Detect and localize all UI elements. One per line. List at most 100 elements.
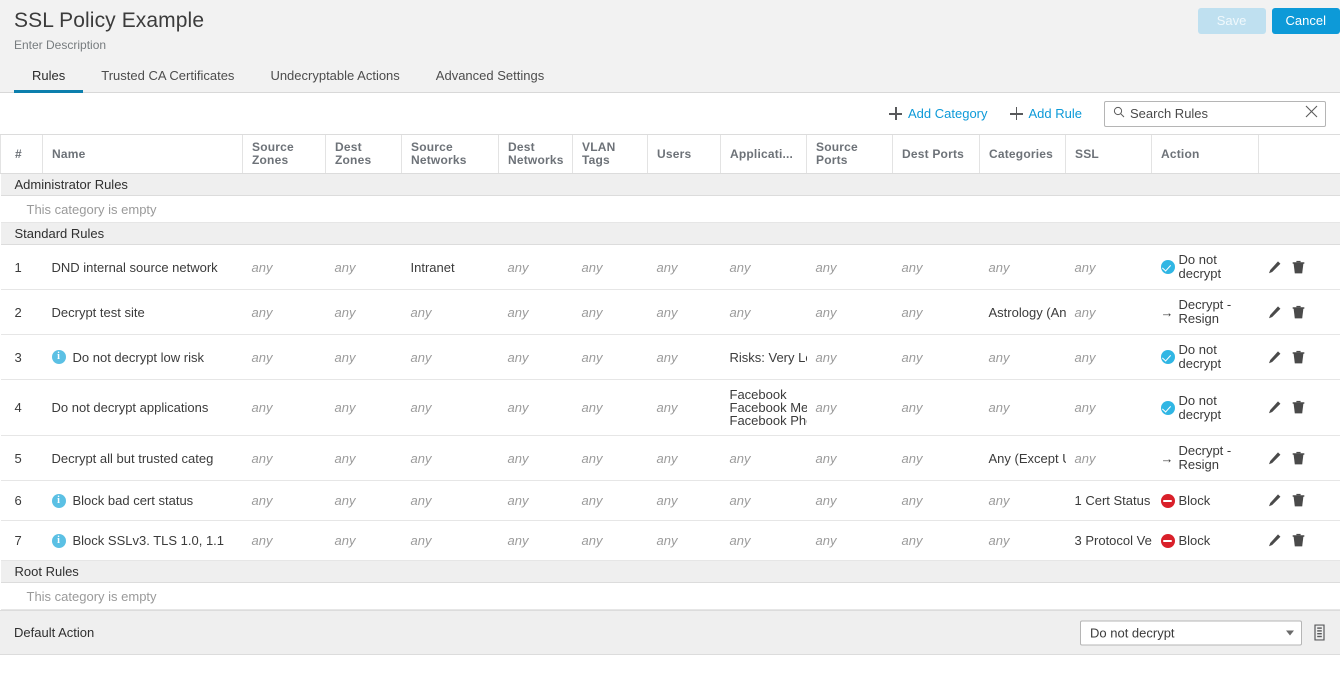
cell-users[interactable]: any xyxy=(648,521,721,561)
column-header-categories[interactable]: Categories xyxy=(980,135,1066,174)
cell-dest-zones[interactable]: any xyxy=(326,436,402,481)
cell-dest-zones[interactable]: any xyxy=(326,245,402,290)
edit-icon[interactable] xyxy=(1267,493,1282,508)
cell-dest-zones[interactable]: any xyxy=(326,290,402,335)
tab-trusted-ca-certificates[interactable]: Trusted CA Certificates xyxy=(83,62,252,93)
cell-dest-networks[interactable]: any xyxy=(499,380,573,436)
table-row[interactable]: 4Do not decrypt applicationsanyanyanyany… xyxy=(1,380,1340,436)
cell-source-networks[interactable]: any xyxy=(402,481,499,521)
cell-categories[interactable]: Any (Except Ui xyxy=(980,436,1066,481)
cell-action[interactable]: Do not decrypt xyxy=(1152,380,1259,436)
cell-vlan-tags[interactable]: any xyxy=(573,521,648,561)
cell-dest-ports[interactable]: any xyxy=(893,245,980,290)
column-header-source-networks[interactable]: SourceNetworks xyxy=(402,135,499,174)
cell-categories[interactable]: any xyxy=(980,335,1066,380)
cell-users[interactable]: any xyxy=(648,290,721,335)
default-action-select[interactable]: Do not decrypt xyxy=(1080,620,1302,645)
column-header-source-zones[interactable]: SourceZones xyxy=(243,135,326,174)
cell-rule-name[interactable]: iDo not decrypt low risk xyxy=(43,335,243,380)
edit-icon[interactable] xyxy=(1267,350,1282,365)
column-header-ssl[interactable]: SSL xyxy=(1066,135,1152,174)
delete-icon[interactable] xyxy=(1291,400,1306,415)
table-row[interactable]: 5Decrypt all but trusted categanyanyanya… xyxy=(1,436,1340,481)
cell-vlan-tags[interactable]: any xyxy=(573,436,648,481)
cell-source-zones[interactable]: any xyxy=(243,380,326,436)
tab-rules[interactable]: Rules xyxy=(14,62,83,93)
delete-icon[interactable] xyxy=(1291,533,1306,548)
cell-action[interactable]: Do not decrypt xyxy=(1152,335,1259,380)
cell-ssl[interactable]: any xyxy=(1066,380,1152,436)
cell-categories[interactable]: Astrology (Any xyxy=(980,290,1066,335)
cell-action[interactable]: Block xyxy=(1152,521,1259,561)
cell-applications[interactable]: any xyxy=(721,521,807,561)
delete-icon[interactable] xyxy=(1291,451,1306,466)
cell-rule-name[interactable]: iBlock bad cert status xyxy=(43,481,243,521)
cancel-button[interactable]: Cancel xyxy=(1272,8,1340,34)
info-icon[interactable]: i xyxy=(52,350,66,364)
table-row[interactable]: 7iBlock SSLv3. TLS 1.0, 1.1anyanyanyanya… xyxy=(1,521,1340,561)
table-row[interactable]: 1DND internal source networkanyanyIntran… xyxy=(1,245,1340,290)
info-icon[interactable]: i xyxy=(52,534,66,548)
cell-applications[interactable]: any xyxy=(721,245,807,290)
cell-action[interactable]: →Decrypt - Resign xyxy=(1152,290,1259,335)
category-row[interactable]: Root Rules xyxy=(1,561,1340,583)
cell-rule-name[interactable]: Do not decrypt applications xyxy=(43,380,243,436)
cell-dest-zones[interactable]: any xyxy=(326,380,402,436)
cell-source-zones[interactable]: any xyxy=(243,436,326,481)
delete-icon[interactable] xyxy=(1291,350,1306,365)
info-icon[interactable]: i xyxy=(52,494,66,508)
cell-source-networks[interactable]: Intranet xyxy=(402,245,499,290)
cell-ssl[interactable]: any xyxy=(1066,245,1152,290)
cell-applications[interactable]: any xyxy=(721,436,807,481)
cell-dest-networks[interactable]: any xyxy=(499,290,573,335)
cell-source-networks[interactable]: any xyxy=(402,335,499,380)
cell-dest-ports[interactable]: any xyxy=(893,335,980,380)
close-icon[interactable] xyxy=(1305,105,1318,123)
cell-users[interactable]: any xyxy=(648,245,721,290)
cell-ssl[interactable]: 3 Protocol Versi xyxy=(1066,521,1152,561)
edit-icon[interactable] xyxy=(1267,451,1282,466)
cell-source-zones[interactable]: any xyxy=(243,245,326,290)
column-header-dest-zones[interactable]: DestZones xyxy=(326,135,402,174)
column-header-source-ports[interactable]: SourcePorts xyxy=(807,135,893,174)
policy-description-field[interactable]: Enter Description xyxy=(14,38,1326,52)
table-row[interactable]: 2Decrypt test siteanyanyanyanyanyanyanya… xyxy=(1,290,1340,335)
cell-dest-networks[interactable]: any xyxy=(499,335,573,380)
cell-action[interactable]: Block xyxy=(1152,481,1259,521)
column-header-number[interactable]: # xyxy=(1,135,43,174)
cell-dest-ports[interactable]: any xyxy=(893,290,980,335)
cell-users[interactable]: any xyxy=(648,335,721,380)
cell-source-ports[interactable]: any xyxy=(807,521,893,561)
cell-dest-networks[interactable]: any xyxy=(499,481,573,521)
cell-vlan-tags[interactable]: any xyxy=(573,290,648,335)
cell-dest-networks[interactable]: any xyxy=(499,436,573,481)
edit-icon[interactable] xyxy=(1267,260,1282,275)
edit-icon[interactable] xyxy=(1267,533,1282,548)
cell-rule-name[interactable]: DND internal source network xyxy=(43,245,243,290)
save-button[interactable]: Save xyxy=(1198,8,1266,34)
cell-source-networks[interactable]: any xyxy=(402,380,499,436)
add-rule-button[interactable]: Add Rule xyxy=(1010,106,1082,121)
edit-icon[interactable] xyxy=(1267,400,1282,415)
cell-source-zones[interactable]: any xyxy=(243,521,326,561)
cell-action[interactable]: →Decrypt - Resign xyxy=(1152,436,1259,481)
column-header-dest-networks[interactable]: DestNetworks xyxy=(499,135,573,174)
logging-icon[interactable] xyxy=(1313,625,1326,641)
cell-dest-ports[interactable]: any xyxy=(893,521,980,561)
cell-source-zones[interactable]: any xyxy=(243,335,326,380)
cell-ssl[interactable]: any xyxy=(1066,335,1152,380)
column-header-action[interactable]: Action xyxy=(1152,135,1259,174)
cell-applications[interactable]: FacebookFacebook MesFacebook Phot xyxy=(721,380,807,436)
cell-dest-zones[interactable]: any xyxy=(326,521,402,561)
cell-source-zones[interactable]: any xyxy=(243,290,326,335)
cell-ssl[interactable]: any xyxy=(1066,436,1152,481)
cell-source-networks[interactable]: any xyxy=(402,436,499,481)
cell-source-ports[interactable]: any xyxy=(807,245,893,290)
tab-advanced-settings[interactable]: Advanced Settings xyxy=(418,62,562,93)
cell-dest-ports[interactable]: any xyxy=(893,436,980,481)
cell-ssl[interactable]: any xyxy=(1066,290,1152,335)
cell-users[interactable]: any xyxy=(648,380,721,436)
tab-undecryptable-actions[interactable]: Undecryptable Actions xyxy=(252,62,417,93)
cell-dest-ports[interactable]: any xyxy=(893,380,980,436)
cell-categories[interactable]: any xyxy=(980,521,1066,561)
